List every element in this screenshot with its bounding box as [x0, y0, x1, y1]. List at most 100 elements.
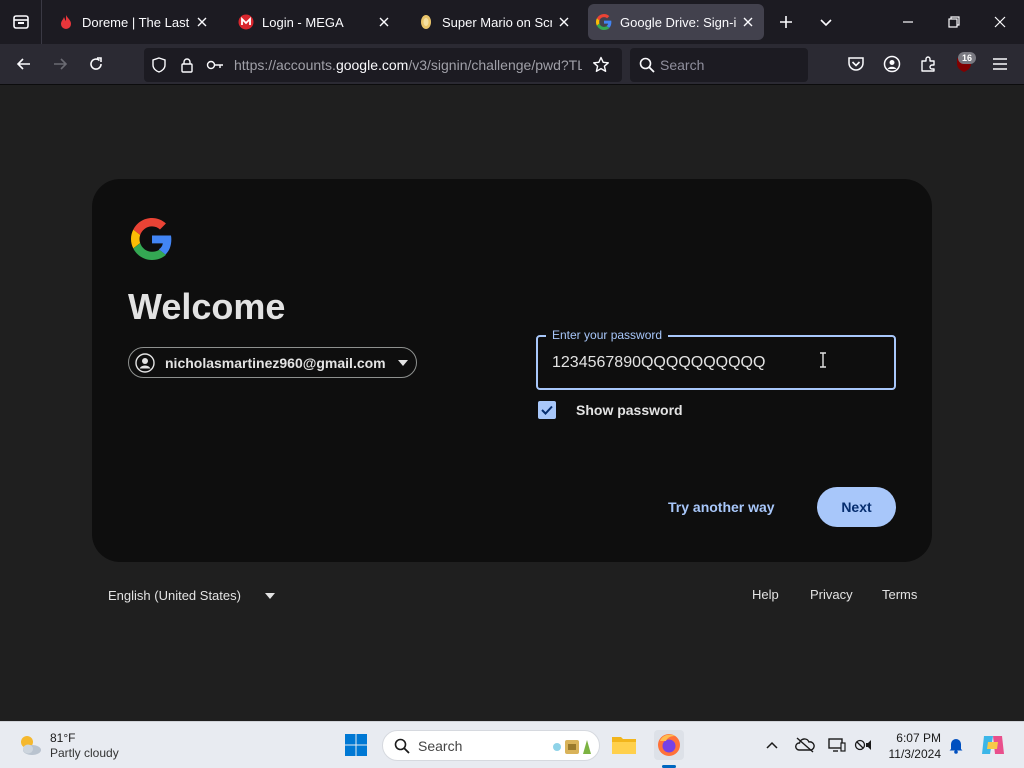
network-sound-icon[interactable]: [853, 735, 873, 755]
account-chooser-chip[interactable]: nicholasmartinez960@gmail.com: [128, 347, 417, 378]
avatar-icon: [135, 352, 155, 373]
close-window-button[interactable]: [982, 4, 1018, 40]
minimize-icon: [903, 21, 913, 23]
help-link[interactable]: Help: [752, 587, 779, 602]
puzzle-piece-icon: [921, 56, 935, 72]
copilot-icon[interactable]: [980, 732, 1006, 758]
app-menu-button[interactable]: [984, 48, 1016, 80]
tab-google-drive[interactable]: Google Drive: Sign-in: [588, 4, 764, 40]
tab-title: Super Mario on Scratch: [442, 14, 552, 30]
restore-icon: [948, 16, 960, 28]
url-text[interactable]: https://accounts.google.com/v3/signin/ch…: [234, 57, 582, 73]
privacy-link[interactable]: Privacy: [810, 587, 853, 602]
close-icon: [994, 16, 1006, 28]
chevron-up-icon[interactable]: [762, 735, 782, 755]
search-icon: [638, 56, 656, 74]
account-icon: [883, 55, 901, 73]
permissions-key-icon[interactable]: [206, 56, 224, 74]
extensions-button[interactable]: [912, 48, 944, 80]
google-logo-icon: [131, 218, 173, 260]
arrow-right-icon: [54, 58, 68, 70]
password-field-label: Enter your password: [546, 328, 669, 342]
close-tab-icon[interactable]: [194, 14, 210, 30]
close-tab-icon[interactable]: [740, 14, 756, 30]
start-button[interactable]: [341, 730, 371, 760]
list-all-tabs-button[interactable]: [808, 4, 844, 40]
tab-doreme[interactable]: Doreme | The Last Universe: [50, 4, 218, 40]
weather-description[interactable]: Partly cloudy: [50, 746, 119, 760]
mega-logo-icon: [238, 14, 254, 30]
doreme-flame-icon: [58, 14, 74, 30]
close-tab-icon[interactable]: [556, 14, 572, 30]
hamburger-menu-icon: [993, 58, 1007, 70]
onedrive-offline-icon[interactable]: [795, 735, 815, 755]
show-password-checkbox[interactable]: [538, 401, 556, 419]
forward-button[interactable]: [44, 48, 76, 80]
pocket-icon: [848, 57, 864, 71]
new-tab-button[interactable]: [768, 4, 804, 40]
chevron-down-icon: [820, 19, 832, 27]
text-cursor-icon: [818, 352, 828, 368]
taskbar-search-box[interactable]: Search: [382, 730, 600, 761]
firefox-view-icon: [12, 15, 29, 29]
search-placeholder: Search: [418, 738, 463, 754]
firefox-view-button[interactable]: [0, 0, 42, 44]
lock-icon[interactable]: [178, 56, 196, 74]
pocket-button[interactable]: [840, 48, 872, 80]
clock-date[interactable]: 11/3/2024: [883, 747, 942, 761]
account-button[interactable]: [876, 48, 908, 80]
tab-title: Google Drive: Sign-in: [620, 14, 736, 30]
search-bar[interactable]: Search: [630, 48, 808, 82]
signin-card: Welcome nicholasmartinez960@gmail.com En…: [92, 179, 932, 562]
notification-bell-icon[interactable]: [946, 735, 966, 755]
tab-scratch[interactable]: Super Mario on Scratch: [410, 4, 580, 40]
address-bar[interactable]: https://accounts.google.com/v3/signin/ch…: [144, 48, 622, 82]
caret-down-icon[interactable]: [265, 592, 275, 600]
reload-button[interactable]: [80, 48, 112, 80]
close-tab-icon[interactable]: [376, 14, 392, 30]
extension-badge-count: 16: [958, 52, 976, 64]
search-placeholder: Search: [660, 57, 705, 73]
url-prefix: https://accounts.: [234, 57, 336, 73]
tab-mega[interactable]: Login - MEGA: [230, 4, 400, 40]
search-highlight-icon: [549, 734, 593, 758]
password-field[interactable]: Enter your password: [536, 328, 896, 390]
display-projection-icon[interactable]: [827, 735, 847, 755]
show-password-toggle[interactable]: Show password: [538, 401, 683, 419]
browser-navigation-bar: https://accounts.google.com/v3/signin/ch…: [0, 44, 1024, 85]
partly-cloudy-weather-icon[interactable]: [16, 731, 44, 759]
caret-down-icon: [397, 358, 408, 368]
search-icon: [394, 738, 410, 754]
tracking-protection-shield-icon[interactable]: [150, 56, 168, 74]
back-button[interactable]: [8, 48, 40, 80]
checkmark-icon: [541, 405, 553, 415]
minimize-window-button[interactable]: [890, 4, 926, 40]
firefox-taskbar-button[interactable]: [654, 730, 684, 760]
account-email: nicholasmartinez960@gmail.com: [165, 354, 386, 371]
scratch-cat-icon: [418, 14, 434, 30]
arrow-left-icon: [16, 58, 30, 70]
windows-logo-icon: [345, 734, 367, 756]
browser-tab-strip: Doreme | The Last Universe Login - MEGA …: [0, 0, 1024, 44]
plus-icon: [780, 16, 792, 28]
tab-title: Login - MEGA: [262, 14, 344, 30]
password-input[interactable]: [552, 351, 882, 375]
clock-time[interactable]: 6:07 PM: [883, 731, 941, 745]
restore-window-button[interactable]: [936, 4, 972, 40]
tab-title: Doreme | The Last Universe: [82, 14, 190, 30]
firefox-logo-icon: [658, 734, 680, 756]
url-path: /v3/signin/challenge/pwd?TL: [408, 57, 582, 73]
language-selector[interactable]: English (United States): [108, 588, 241, 603]
url-domain: google.com: [335, 57, 409, 73]
file-explorer-button[interactable]: [609, 730, 639, 760]
try-another-way-button[interactable]: Try another way: [658, 487, 785, 527]
folder-icon: [612, 737, 636, 754]
windows-taskbar: 81°F Partly cloudy Search 6:07 PM 11/3/2…: [0, 721, 1024, 768]
weather-temperature[interactable]: 81°F: [50, 731, 75, 745]
show-password-label: Show password: [576, 402, 683, 418]
reload-icon: [90, 57, 102, 70]
next-button[interactable]: Next: [817, 487, 896, 527]
google-g-icon: [596, 14, 612, 30]
terms-link[interactable]: Terms: [882, 587, 917, 602]
bookmark-star-icon[interactable]: [592, 56, 610, 74]
